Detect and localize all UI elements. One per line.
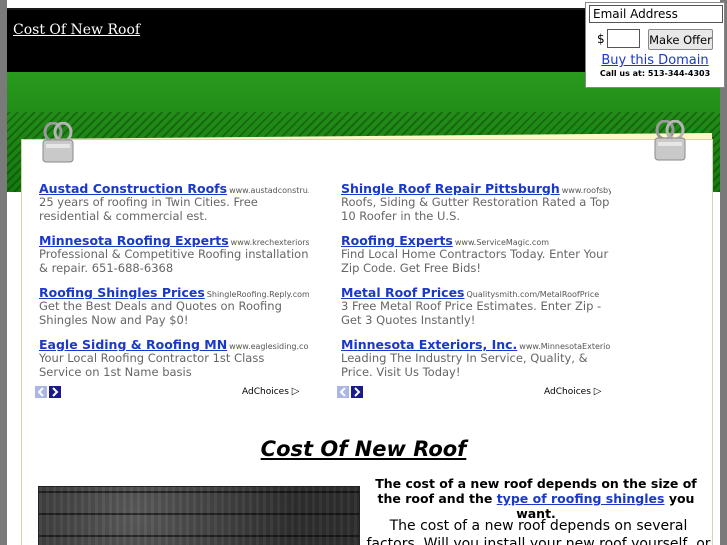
ad-item: Minnesota Roofing Experts www.krechexteri… xyxy=(39,230,309,275)
ad-description: Your Local Roofing Contractor 1st Class … xyxy=(39,351,265,379)
adchoices-triangle-icon: ▷ xyxy=(291,386,300,397)
ad-item: Metal Roof Prices Qualitysmith.com/MetalR… xyxy=(341,282,611,327)
binder-clip-icon xyxy=(652,120,688,164)
site-title-link[interactable]: Cost Of New Roof xyxy=(13,22,140,38)
ad-description: Leading The Industry In Service, Quality… xyxy=(341,351,588,379)
page-frame: Cost Of New Roof Austad Construction Roo… xyxy=(0,0,727,545)
ad-title-link[interactable]: Austad Construction Roofs xyxy=(39,181,227,195)
ad-description: Get the Best Deals and Quotes on Roofing… xyxy=(39,299,282,327)
ad-description: 25 years of roofing in Twin Cities. Free… xyxy=(39,195,258,223)
phone-number: Call us at: 513-344-4303 xyxy=(599,69,711,78)
body-paragraph: The cost of a new roof depends on severa… xyxy=(366,518,711,545)
make-offer-button[interactable]: Make Offer xyxy=(648,29,713,50)
arrow-left-icon[interactable] xyxy=(337,386,349,398)
ad-description: Find Local Home Contractors Today. Enter… xyxy=(341,247,609,275)
ad-url: www.austadconstru... xyxy=(229,186,309,195)
ad-description: Professional & Competitive Roofing insta… xyxy=(39,247,309,275)
arrow-right-icon[interactable] xyxy=(49,386,61,398)
ad-item: Shingle Roof Repair Pittsburgh www.roofsb… xyxy=(341,178,611,223)
adchoices-label: AdChoices xyxy=(242,387,289,397)
ad-item: Roofing Shingles Prices ShingleRoofing.Re… xyxy=(39,282,309,327)
image-texture xyxy=(39,487,359,545)
arrow-right-icon[interactable] xyxy=(351,386,363,398)
domain-offer-box: $ Make Offer Buy this Domain Call us at:… xyxy=(585,2,725,88)
ad-pager-right xyxy=(337,386,365,398)
offer-amount-input[interactable] xyxy=(607,29,640,48)
ad-title-link[interactable]: Minnesota Exteriors, Inc. xyxy=(341,337,517,351)
ad-item: Austad Construction Roofs www.austadconst… xyxy=(39,178,309,223)
page-title: Cost Of New Roof xyxy=(0,437,727,461)
ad-description: 3 Free Metal Roof Price Estimates. Enter… xyxy=(341,299,602,327)
ad-url: www.krechexteriors... xyxy=(230,238,309,247)
left-edge xyxy=(0,0,7,545)
ad-title-link[interactable]: Roofing Experts xyxy=(341,233,453,247)
ad-url: ShingleRoofing.Reply.com xyxy=(206,290,309,299)
ad-title-link[interactable]: Metal Roof Prices xyxy=(341,285,465,299)
ad-item: Eagle Siding & Roofing MN www.eaglesiding… xyxy=(39,334,309,379)
roofing-shingles-link[interactable]: type of roofing shingles xyxy=(497,491,665,506)
ad-item: Minnesota Exteriors, Inc. www.MinnesotaEx… xyxy=(341,334,611,379)
currency-symbol: $ xyxy=(597,32,605,46)
page-title-text: Cost Of New Roof xyxy=(260,437,467,461)
ad-title-link[interactable]: Shingle Roof Repair Pittsburgh xyxy=(341,181,560,195)
ad-title-link[interactable]: Eagle Siding & Roofing MN xyxy=(39,337,227,351)
ad-column-right: Shingle Roof Repair Pittsburgh www.roofsb… xyxy=(341,178,611,386)
intro-paragraph: The cost of a new roof depends on the si… xyxy=(366,476,706,521)
ad-column-left: Austad Construction Roofs www.austadconst… xyxy=(39,178,309,386)
adchoices-triangle-icon: ▷ xyxy=(593,386,602,397)
ad-url: www.eaglesiding.com xyxy=(229,342,309,351)
ad-url: www.ServiceMagic.com xyxy=(454,238,550,247)
arrow-left-icon[interactable] xyxy=(35,386,47,398)
buy-domain-link[interactable]: Buy this Domain xyxy=(586,53,724,68)
ad-title-link[interactable]: Roofing Shingles Prices xyxy=(39,285,205,299)
ad-url: Qualitysmith.com/MetalRoofPrice xyxy=(466,290,600,299)
ad-pager-left xyxy=(35,386,63,398)
adchoices-link[interactable]: AdChoices ▷ xyxy=(544,386,601,397)
binder-clip-icon xyxy=(40,122,76,166)
email-field[interactable] xyxy=(589,5,723,23)
ad-description: Roofs, Siding & Gutter Restoration Rated… xyxy=(341,195,610,223)
ad-item: Roofing Experts www.ServiceMagic.com Find… xyxy=(341,230,611,275)
ad-title-link[interactable]: Minnesota Roofing Experts xyxy=(39,233,229,247)
adchoices-label: AdChoices xyxy=(544,387,591,397)
ad-url: www.MinnesotaExterio... xyxy=(519,342,611,351)
ad-url: www.roofsby... xyxy=(561,186,611,195)
adchoices-link[interactable]: AdChoices ▷ xyxy=(242,386,299,397)
roof-shingles-image xyxy=(38,486,360,545)
